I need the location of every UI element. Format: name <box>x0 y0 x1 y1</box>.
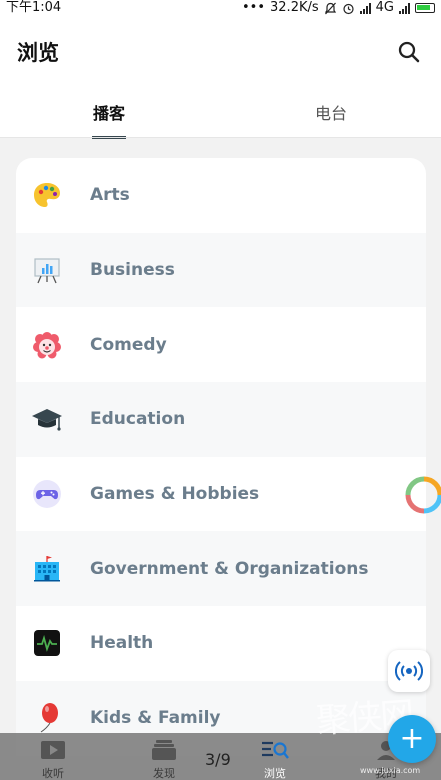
signal-icon-2 <box>399 2 410 14</box>
clown-face-icon <box>31 329 63 361</box>
battery-icon <box>415 3 435 13</box>
nav-item-listen[interactable]: 收听 <box>23 733 83 780</box>
category-label: Comedy <box>90 334 167 355</box>
palette-icon <box>31 179 63 211</box>
status-icons: ••• 32.2K/s 4G <box>242 0 435 16</box>
browse-search-icon <box>262 741 289 759</box>
loading-spinner-icon <box>405 476 441 514</box>
category-item-education[interactable]: Education <box>16 382 426 457</box>
network-speed: 32.2K/s <box>270 0 319 15</box>
add-button[interactable]: + <box>388 715 436 763</box>
category-item-games-hobbies[interactable]: Games & Hobbies <box>16 456 426 532</box>
stack-cards-icon <box>152 740 176 760</box>
silent-bell-icon <box>324 2 336 14</box>
category-item-business[interactable]: Business <box>16 232 426 308</box>
nav-item-discover[interactable]: 发现 <box>134 733 194 780</box>
signal-icon <box>359 2 371 14</box>
broadcast-icon <box>395 661 423 681</box>
play-video-icon <box>41 741 65 759</box>
category-label: Government & Organizations <box>90 558 369 579</box>
page-counter: 3/9 <box>205 750 231 769</box>
graduation-cap-icon <box>31 403 63 435</box>
gamepad-icon <box>31 478 63 510</box>
tab-podcasts[interactable]: 播客 <box>93 100 125 124</box>
header-divider <box>0 137 441 138</box>
category-label: Games & Hobbies <box>90 484 260 505</box>
nav-item-browse[interactable]: 浏览 <box>245 733 305 780</box>
presentation-chart-icon <box>31 254 63 286</box>
watermark-url: www.juxia.com <box>360 766 421 775</box>
government-building-icon <box>31 553 63 585</box>
tab-radio[interactable]: 电台 <box>315 100 347 124</box>
page-title: 浏览 <box>17 41 59 65</box>
category-item-arts[interactable]: Arts <box>16 158 426 233</box>
category-label: Kids & Family <box>90 708 221 729</box>
network-type: 4G <box>375 0 394 15</box>
search-icon[interactable] <box>397 40 421 64</box>
status-bar: 下午1:04 ••• 32.2K/s 4G <box>0 0 441 16</box>
tab-bar: 播客 电台 <box>0 86 441 139</box>
category-list: Arts Business Comedy Education Games & H… <box>16 158 426 758</box>
balloon-icon <box>31 702 63 734</box>
nav-label-discover: 发现 <box>153 767 175 780</box>
nav-label-listen: 收听 <box>42 767 64 780</box>
status-time: 下午1:04 <box>6 0 62 15</box>
category-item-health[interactable]: Health <box>16 606 426 681</box>
category-label: Health <box>90 633 154 654</box>
category-label: Business <box>90 260 175 281</box>
radio-broadcast-button[interactable] <box>388 650 430 692</box>
header: 浏览 播客 电台 <box>0 16 441 139</box>
category-item-government[interactable]: Government & Organizations <box>16 531 426 607</box>
alarm-icon <box>343 3 354 14</box>
category-item-comedy[interactable]: Comedy <box>16 307 426 383</box>
category-label: Education <box>90 409 186 430</box>
nav-label-browse: 浏览 <box>264 767 286 780</box>
more-dots-icon: ••• <box>242 0 266 15</box>
category-label: Arts <box>90 185 130 206</box>
heartbeat-monitor-icon <box>31 627 63 659</box>
